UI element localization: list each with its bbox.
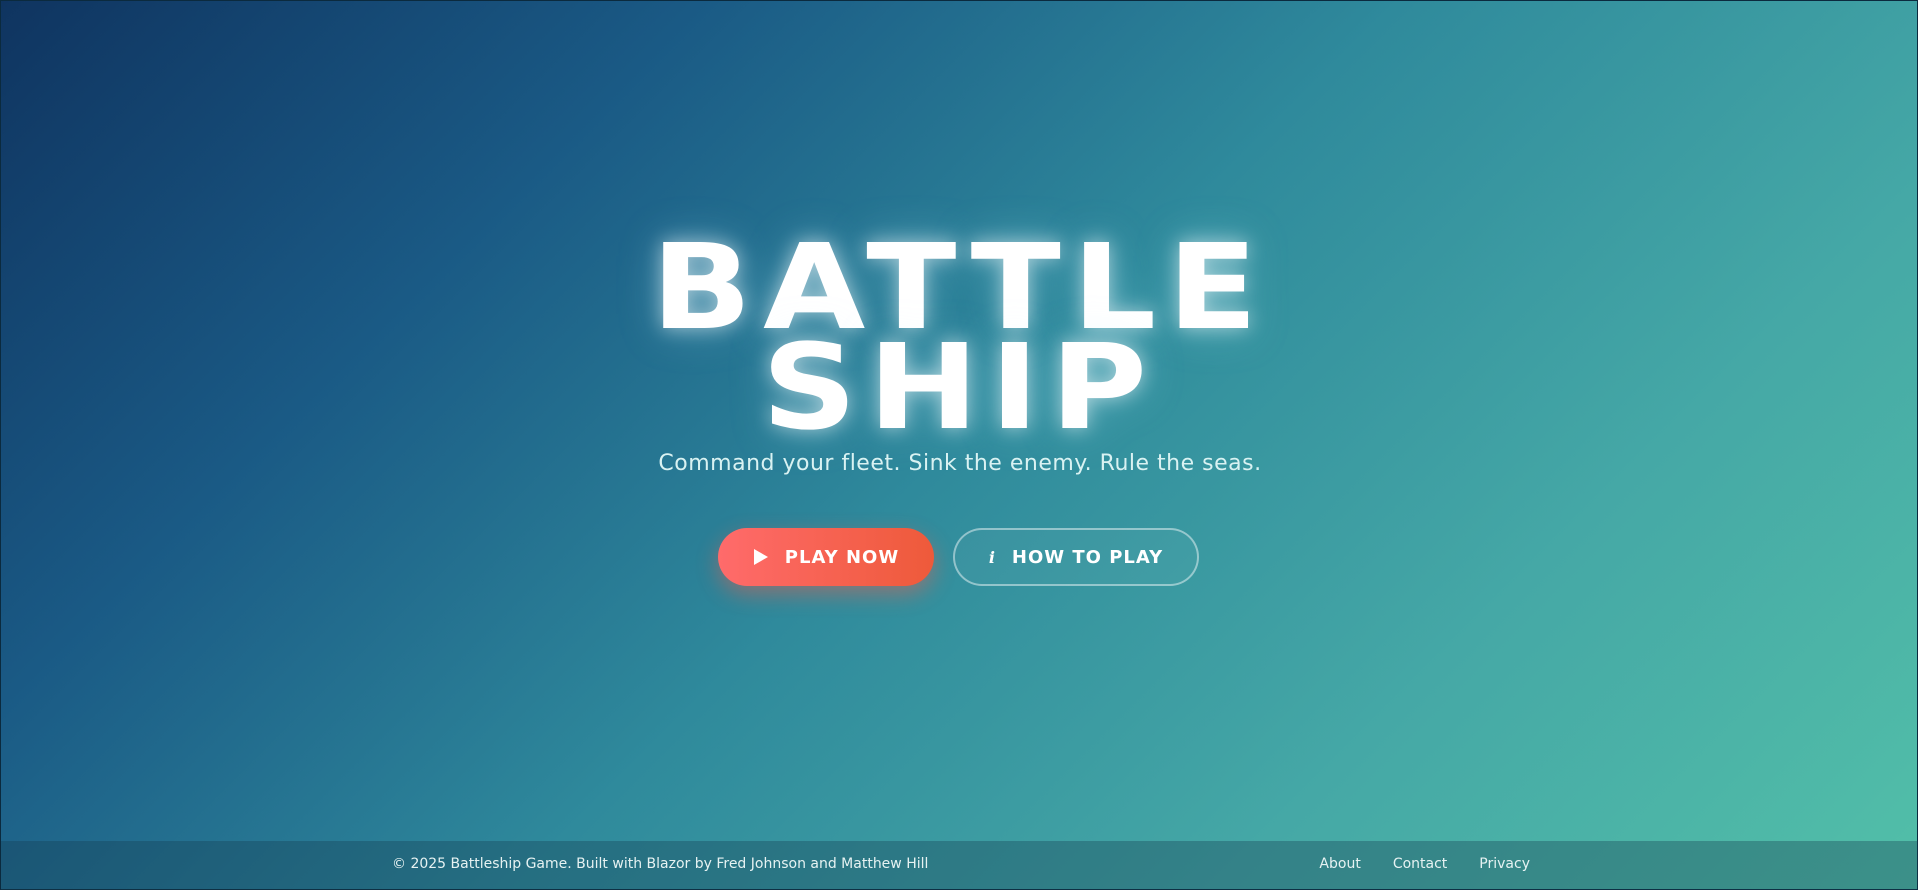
info-icon: i	[988, 547, 996, 567]
copyright-text: © 2025 Battleship Game. Built with Blazo…	[392, 856, 929, 872]
hero-section: BATTLE SHIP Command your fleet. Sink the…	[1, 1, 1918, 841]
footer: © 2025 Battleship Game. Built with Blazo…	[1, 841, 1918, 890]
footer-link-privacy[interactable]: Privacy	[1479, 856, 1530, 872]
play-icon	[753, 548, 769, 566]
game-title-line-2: SHIP	[761, 318, 1159, 456]
play-now-label: PLAY NOW	[784, 546, 900, 568]
play-now-button[interactable]: PLAY NOW	[718, 528, 934, 586]
tagline: Command your fleet. Sink the enemy. Rule…	[658, 451, 1262, 476]
footer-link-contact[interactable]: Contact	[1393, 856, 1447, 872]
footer-link-about[interactable]: About	[1319, 856, 1360, 872]
footer-links: About Contact Privacy	[1319, 856, 1530, 872]
how-to-play-label: HOW TO PLAY	[1011, 546, 1164, 568]
how-to-play-button[interactable]: i HOW TO PLAY	[953, 528, 1199, 586]
